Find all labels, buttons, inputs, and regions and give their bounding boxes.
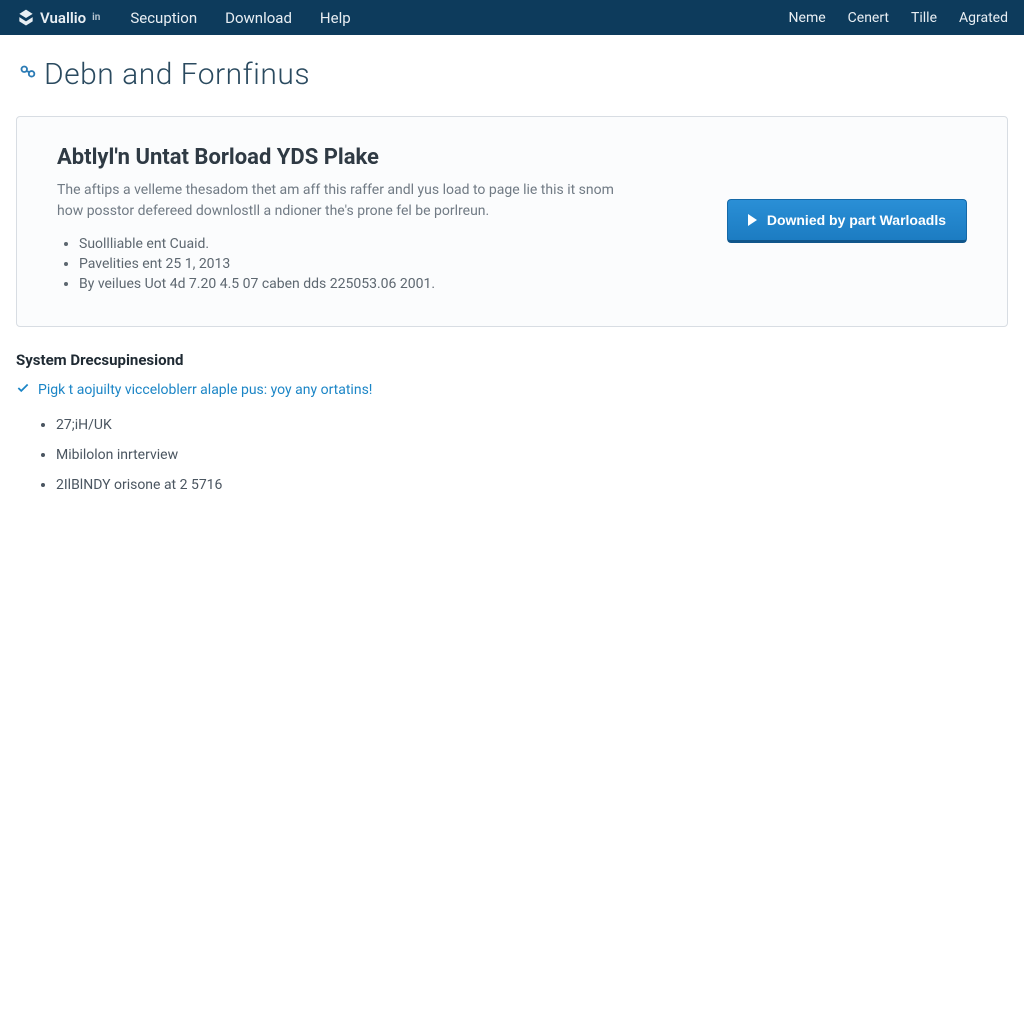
req-item: 2IlBlNDY orisone at 2 5716 bbox=[56, 477, 1008, 493]
nav-agrated[interactable]: Agrated bbox=[959, 10, 1008, 26]
compat-check-text: Pigk t aojuilty vicceloblerr alaple pus:… bbox=[38, 382, 372, 398]
card-left: Abtlyl'n Untat Borload YDS Plake The aft… bbox=[57, 145, 697, 296]
card-list-item: Pavelities ent 25 1, 2013 bbox=[79, 256, 697, 272]
check-icon bbox=[16, 381, 30, 399]
brand-suffix: in bbox=[92, 12, 100, 23]
system-heading: System Drecsupinesiond bbox=[16, 351, 1008, 369]
card-description: The aftips a velleme thesadom thet am af… bbox=[57, 180, 617, 222]
nav-tille[interactable]: Tille bbox=[911, 10, 937, 26]
top-navbar: Vuallio in Secuption Download Help Neme C… bbox=[0, 0, 1024, 35]
nav-left: Secuption Download Help bbox=[130, 9, 350, 27]
nav-right: Neme Cenert Tille Agrated bbox=[789, 10, 1008, 26]
page-body: Debn and Fornfinus Abtlyl'n Untat Borloa… bbox=[0, 35, 1024, 493]
req-item: Mibilolon inrterview bbox=[56, 447, 1008, 463]
nav-download[interactable]: Download bbox=[225, 9, 292, 27]
compat-check-line[interactable]: Pigk t aojuilty vicceloblerr alaple pus:… bbox=[16, 381, 1008, 399]
card-list: Suollliable ent Cuaid. Pavelities ent 25… bbox=[57, 236, 697, 292]
download-button-label: Downied by part Warloadls bbox=[767, 212, 946, 228]
brand-logo-icon bbox=[16, 8, 36, 28]
download-button[interactable]: Downied by part Warloadls bbox=[727, 199, 967, 243]
brand-name: Vuallio bbox=[40, 9, 86, 27]
card-right: Downied by part Warloadls bbox=[727, 145, 967, 296]
page-title-icon bbox=[16, 61, 38, 89]
page-title-text: Debn and Fornfinus bbox=[44, 57, 310, 92]
req-item: 27;iH/UK bbox=[56, 417, 1008, 433]
brand[interactable]: Vuallio in bbox=[16, 8, 100, 28]
card-title: Abtlyl'n Untat Borload YDS Plake bbox=[57, 145, 697, 170]
nav-secuption[interactable]: Secuption bbox=[130, 9, 197, 27]
page-title: Debn and Fornfinus bbox=[16, 57, 1008, 92]
nav-neme[interactable]: Neme bbox=[789, 10, 826, 26]
download-card: Abtlyl'n Untat Borload YDS Plake The aft… bbox=[16, 116, 1008, 327]
nav-help[interactable]: Help bbox=[320, 9, 351, 27]
card-list-item: By veilues Uot 4d 7.20 4.5 07 caben dds … bbox=[79, 276, 697, 292]
requirements-list: 27;iH/UK Mibilolon inrterview 2IlBlNDY o… bbox=[16, 417, 1008, 493]
nav-cenert[interactable]: Cenert bbox=[848, 10, 889, 26]
play-icon bbox=[748, 214, 757, 226]
card-list-item: Suollliable ent Cuaid. bbox=[79, 236, 697, 252]
